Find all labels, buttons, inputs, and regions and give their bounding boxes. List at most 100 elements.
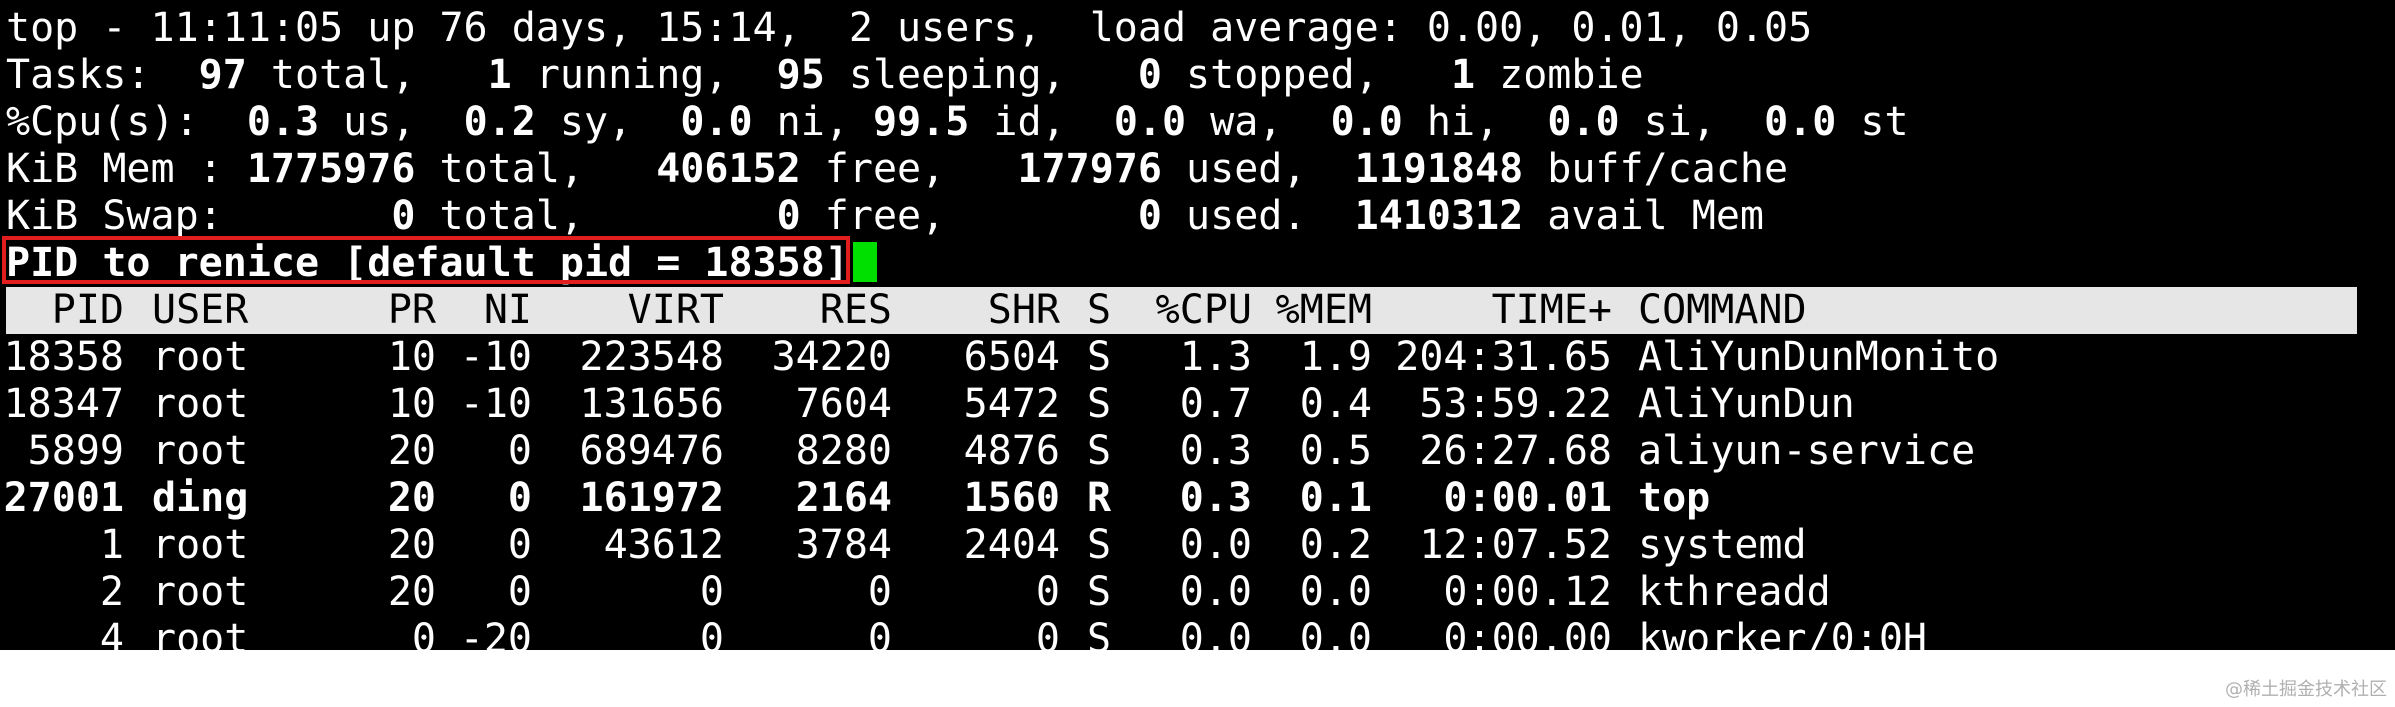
cpu-wa: 0.0 xyxy=(1089,99,1187,145)
process-ni: -10 xyxy=(459,381,532,427)
cpu-us: 0.3 xyxy=(222,99,320,145)
process-state: S xyxy=(1087,569,1112,615)
cpu-label: %Cpu(s): xyxy=(6,99,223,145)
process-row: 4 root 0 -20 0 0 0 S 0.0 0.0 0:00.00 kworker/0:0H xyxy=(6,616,2357,650)
process-pid: 5899 xyxy=(27,428,124,474)
swap-line: KiB Swap: 0 total, 0 free, 0 used. 14103… xyxy=(6,193,1764,240)
cpu-ni: 0.0 xyxy=(656,99,753,145)
cpu-wa-label: wa, xyxy=(1186,99,1307,145)
process-shr: 1560 xyxy=(963,475,1060,521)
mem-buff-cache-label: buff/cache xyxy=(1523,146,1789,192)
process-state: S xyxy=(1087,334,1112,380)
mem-used-label: used, xyxy=(1161,146,1331,192)
cpu-ni-label: ni, xyxy=(752,99,873,145)
mem-line: KiB Mem : 1775976 total, 406152 free, 17… xyxy=(6,146,1788,193)
process-res: 34220 xyxy=(771,334,892,380)
process-mem-percent: 0.0 xyxy=(1299,616,1372,650)
process-command: AliYunDunMonito xyxy=(1638,334,2000,380)
renice-prompt: PID to renice [default pid = 18358] xyxy=(6,240,849,286)
mem-label: KiB Mem : xyxy=(6,146,247,192)
column-header-pid: PID xyxy=(51,287,124,333)
tasks-label: Tasks: xyxy=(6,52,175,98)
mem-total-label: total, xyxy=(415,146,609,192)
process-state: S xyxy=(1087,522,1112,568)
process-shr: 2404 xyxy=(963,522,1060,568)
process-cpu-percent: 0.3 xyxy=(1179,475,1252,521)
cpu-si: 0.0 xyxy=(1523,99,1620,145)
swap-avail-mem: 1410312 xyxy=(1330,193,1524,239)
process-virt: 43612 xyxy=(603,522,724,568)
process-state: S xyxy=(1087,428,1112,474)
tasks-zombie-label: zombie xyxy=(1475,52,1644,98)
renice-prompt-line[interactable]: PID to renice [default pid = 18358] xyxy=(6,240,877,287)
text-cursor[interactable] xyxy=(852,242,877,282)
watermark: @稀土掘金技术社区 xyxy=(2225,679,2387,700)
process-command: AliYunDun xyxy=(1638,381,1855,427)
process-time: 204:31.65 xyxy=(1395,334,1612,380)
swap-free: 0 xyxy=(608,193,801,239)
process-user: root xyxy=(152,428,249,474)
process-command: kthreadd xyxy=(1638,569,1831,615)
process-pr: 20 xyxy=(387,475,436,521)
column-header-virt: VIRT xyxy=(627,287,724,333)
mem-buff-cache: 1191848 xyxy=(1330,146,1524,192)
mem-free: 406152 xyxy=(608,146,801,192)
uptime-line: top - 11:11:05 up 76 days, 15:14, 2 user… xyxy=(6,5,1812,52)
process-pid: 18358 xyxy=(3,334,124,380)
process-ni: 0 xyxy=(507,522,532,568)
swap-total-label: total, xyxy=(415,193,609,239)
cpu-us-label: us, xyxy=(319,99,440,145)
process-pr: 10 xyxy=(387,334,436,380)
process-pr: 20 xyxy=(387,428,436,474)
process-command: aliyun-service xyxy=(1638,428,1976,474)
process-mem-percent: 0.5 xyxy=(1299,428,1372,474)
column-header-state: S xyxy=(1087,287,1112,333)
terminal-window[interactable]: top - 11:11:05 up 76 days, 15:14, 2 user… xyxy=(0,0,2395,650)
process-user: root xyxy=(152,334,249,380)
column-header-pr: PR xyxy=(387,287,436,333)
cpu-st: 0.0 xyxy=(1740,99,1837,145)
process-time: 12:07.52 xyxy=(1419,522,1612,568)
cpu-hi-label: hi, xyxy=(1402,99,1524,145)
process-virt: 161972 xyxy=(579,475,725,521)
process-command: top xyxy=(1638,475,1711,521)
tasks-running-label: running, xyxy=(511,52,753,98)
cpu-id: 99.5 xyxy=(873,99,970,145)
cpu-sy-label: sy, xyxy=(535,99,657,145)
process-res: 0 xyxy=(867,616,892,650)
process-time: 0:00.00 xyxy=(1443,616,1612,650)
process-virt: 0 xyxy=(699,569,724,615)
cpu-line: %Cpu(s): 0.3 us, 0.2 sy, 0.0 ni, 99.5 id… xyxy=(6,99,1909,146)
process-pid: 18347 xyxy=(3,381,124,427)
tasks-running: 1 xyxy=(439,52,512,98)
process-ni: 0 xyxy=(507,428,532,474)
process-row: 18358 root 10 -10 223548 34220 6504 S 1.3 1.9 204:… xyxy=(3,334,2357,381)
column-header-res: RES xyxy=(819,287,892,333)
process-res: 7604 xyxy=(795,381,892,427)
column-header-user: USER xyxy=(152,287,249,333)
process-virt: 0 xyxy=(699,616,724,650)
process-time: 0:00.01 xyxy=(1443,475,1612,521)
process-row: 27001 ding 20 0 161972 2164 1560 R 0.3 0.1 0:00.01… xyxy=(3,475,2357,522)
process-mem-percent: 0.4 xyxy=(1299,381,1372,427)
process-res: 3784 xyxy=(795,522,892,568)
process-pid: 27001 xyxy=(3,475,124,521)
process-mem-percent: 0.0 xyxy=(1299,569,1372,615)
process-command: systemd xyxy=(1638,522,1807,568)
column-header-ni: NI xyxy=(483,287,532,333)
process-pid: 2 xyxy=(99,569,124,615)
tasks-total-label: total, xyxy=(246,52,440,98)
process-state: S xyxy=(1087,381,1112,427)
column-header-shr: SHR xyxy=(987,287,1060,333)
cpu-hi: 0.0 xyxy=(1306,99,1403,145)
process-user: root xyxy=(152,381,249,427)
process-row: 1 root 20 0 43612 3784 2404 S 0.0 0.2 12:07.52 syst… xyxy=(6,522,2357,569)
process-user: root xyxy=(152,616,249,650)
process-virt: 689476 xyxy=(579,428,725,474)
uptime-text: top - 11:11:05 up 76 days, 15:14, 2 user… xyxy=(6,5,1813,51)
process-mem-percent: 1.9 xyxy=(1299,334,1372,380)
process-mem-percent: 0.1 xyxy=(1299,475,1372,521)
process-shr: 0 xyxy=(1035,569,1060,615)
process-shr: 4876 xyxy=(963,428,1060,474)
process-virt: 223548 xyxy=(579,334,725,380)
